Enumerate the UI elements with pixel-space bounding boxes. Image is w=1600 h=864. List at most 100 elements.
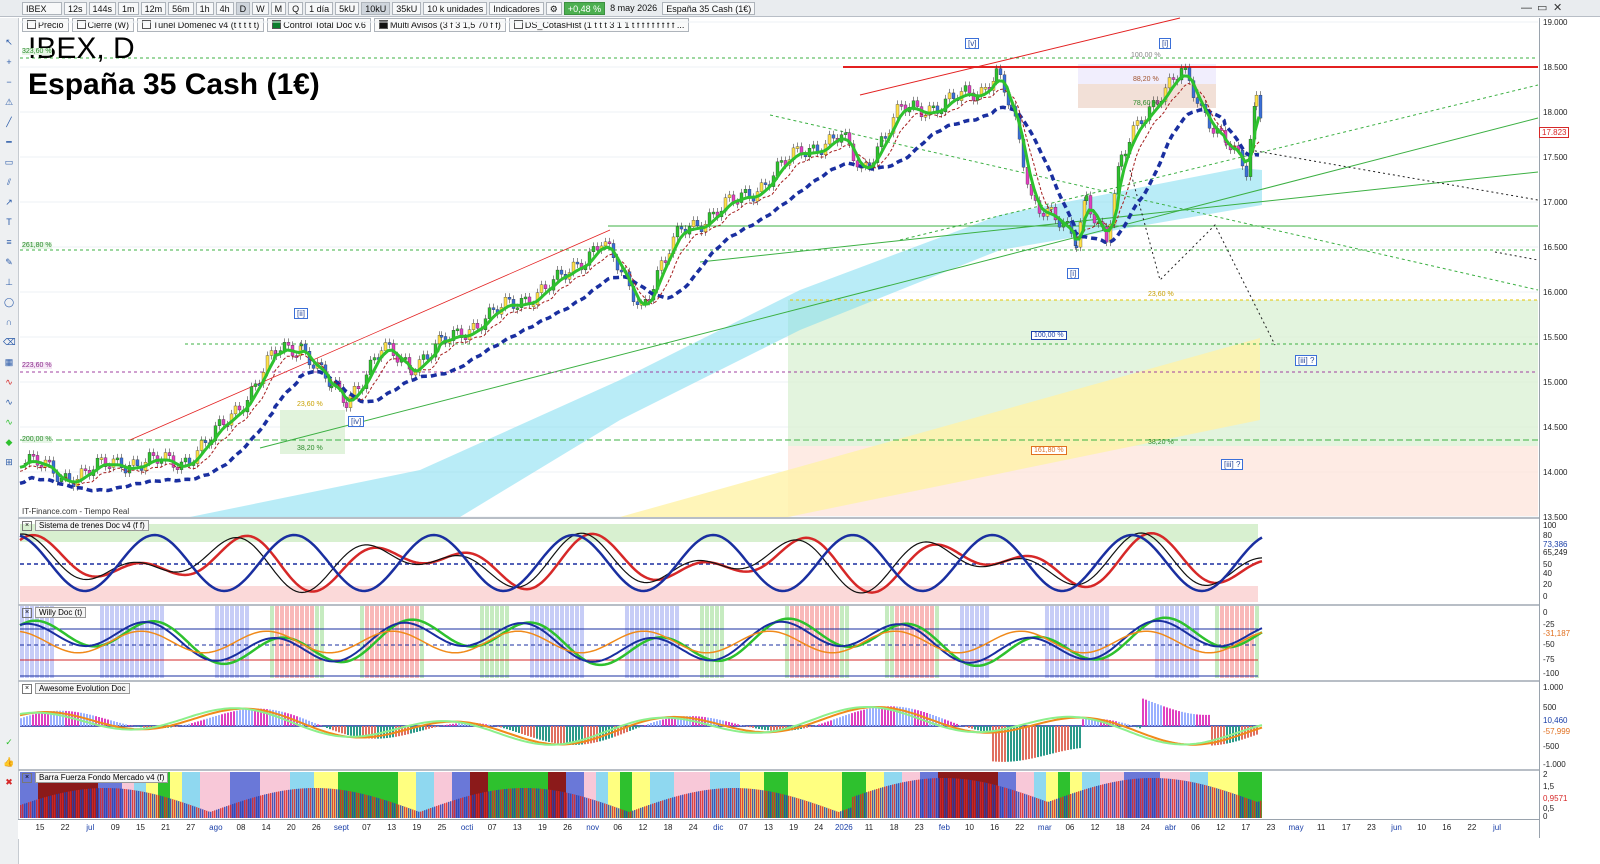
volume-bar: [1094, 786, 1096, 818]
volume-bar: [938, 778, 940, 818]
volume-bar: [582, 796, 584, 818]
histogram-bar: [225, 606, 229, 678]
fib-label: 261,80 %: [22, 242, 52, 249]
histogram-bar: [215, 606, 219, 678]
volume-bar: [384, 800, 386, 818]
histogram-bar: [23, 717, 25, 726]
panel-title[interactable]: Barra Fuerza Fondo Mercado v4 (f): [35, 772, 169, 783]
candle: [711, 211, 716, 215]
candle: [795, 146, 800, 149]
time-tick: 07: [487, 823, 497, 832]
volume-bar: [1014, 790, 1016, 818]
histogram-bar: [83, 713, 85, 726]
volume-bar: [554, 790, 556, 818]
time-tick: abr: [1164, 823, 1177, 832]
time-tick: ago: [209, 823, 223, 832]
volume-bar: [686, 793, 688, 818]
volume-bar: [118, 788, 120, 818]
candle: [1211, 128, 1216, 134]
time-tick: 06: [1065, 823, 1075, 832]
volume-bar: [544, 789, 546, 818]
histogram-bar: [878, 706, 880, 726]
volume-bar: [258, 796, 260, 818]
panel-title[interactable]: Sistema de trenes Doc v4 (f f): [35, 520, 149, 531]
panel-divider[interactable]: [18, 517, 1539, 519]
volume-bar: [902, 782, 904, 818]
histogram-bar: [635, 726, 637, 729]
candle: [998, 68, 1003, 75]
close-icon[interactable]: ×: [22, 520, 32, 531]
volume-bar: [352, 791, 354, 818]
histogram-bar: [1226, 726, 1228, 744]
volume-bar: [994, 784, 996, 818]
histogram-bar: [41, 712, 43, 726]
time-tick: 18: [663, 823, 673, 832]
volume-bar: [610, 805, 612, 818]
price-tick: 18.000: [1543, 108, 1568, 117]
overbought-band: [20, 524, 1258, 542]
candle: [619, 269, 624, 273]
volume-bar: [630, 811, 632, 818]
histogram-bar: [731, 722, 733, 726]
candle: [372, 357, 377, 361]
candle: [743, 189, 748, 194]
histogram-bar: [835, 606, 839, 678]
panel-divider[interactable]: [18, 680, 1539, 682]
volume-bar: [1020, 792, 1022, 818]
panel-title[interactable]: Willy Doc (t): [35, 607, 87, 618]
volume-bar: [1042, 800, 1044, 818]
volume-bar: [430, 808, 432, 818]
panel-title[interactable]: Awesome Evolution Doc: [35, 683, 130, 694]
volume-bar: [314, 788, 316, 818]
volume-bar: [406, 807, 408, 818]
time-axis[interactable]: [18, 819, 1539, 839]
histogram-bar: [1028, 726, 1030, 760]
candle: [931, 105, 936, 109]
volume-bar: [1002, 786, 1004, 818]
volume-bar: [484, 792, 486, 818]
histogram-bar: [872, 707, 874, 726]
volume-bar: [326, 788, 328, 818]
close-icon[interactable]: ×: [22, 772, 32, 783]
histogram-bar: [720, 606, 724, 678]
histogram-bar: [701, 716, 703, 726]
volume-bar: [744, 788, 746, 818]
close-icon[interactable]: ×: [22, 683, 32, 694]
histogram-bar: [539, 726, 541, 740]
histogram-bar: [405, 606, 409, 678]
close-icon[interactable]: ×: [22, 607, 32, 618]
histogram-bar: [839, 717, 841, 726]
histogram-bar: [842, 716, 844, 726]
candle: [899, 104, 904, 107]
volume-bar: [836, 811, 838, 818]
volume-bar: [198, 807, 200, 818]
candle: [311, 364, 316, 369]
volume-bar: [1058, 798, 1060, 818]
panel-divider[interactable]: [18, 769, 1539, 771]
volume-bar: [1176, 779, 1178, 818]
volume-bar: [78, 789, 80, 818]
volume-bar: [176, 800, 178, 818]
candle: [727, 194, 732, 198]
chart-canvas[interactable]: [0, 0, 1600, 864]
histogram-bar: [1105, 606, 1109, 678]
histogram-bar: [500, 726, 502, 728]
volume-bar: [1090, 787, 1092, 818]
time-tick: 21: [161, 823, 171, 832]
histogram-bar: [698, 716, 700, 726]
panel-divider[interactable]: [18, 604, 1539, 606]
volume-bar: [512, 788, 514, 818]
histogram-bar: [875, 707, 877, 726]
histogram-bar: [1064, 726, 1066, 751]
volume-bar: [580, 796, 582, 818]
candle: [994, 68, 999, 82]
histogram-bar: [970, 606, 974, 678]
time-tick: 22: [60, 823, 70, 832]
volume-bar: [330, 788, 332, 818]
volume-bar: [1260, 800, 1262, 818]
volume-bar: [256, 796, 258, 818]
histogram-bar: [790, 606, 794, 678]
histogram-bar: [135, 606, 139, 678]
time-tick: 11: [1316, 823, 1326, 832]
histogram-bar: [116, 722, 118, 726]
